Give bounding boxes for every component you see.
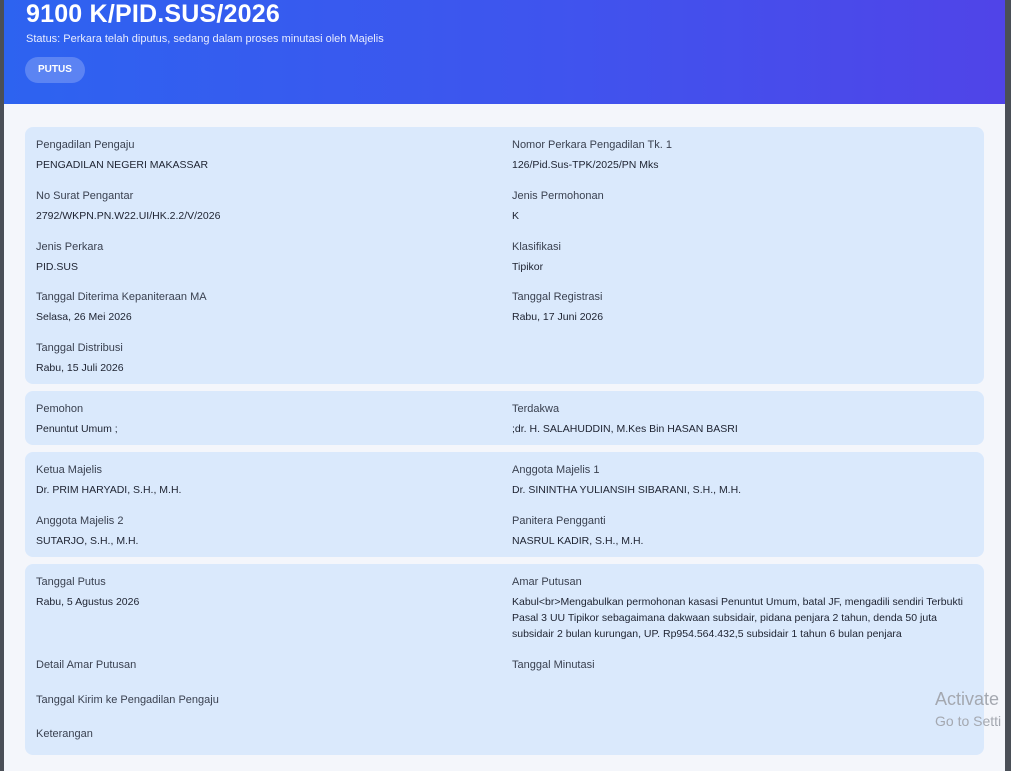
field-label: Tanggal Putus bbox=[36, 576, 106, 588]
windows-activation-watermark: Activate Go to Setti bbox=[935, 688, 1001, 732]
field-pengadilan-pengaju: Pengadilan Pengaju PENGADILAN NEGERI MAK… bbox=[36, 138, 476, 173]
field-amar-putusan: Amar Putusan Kabul<br>Mengabulkan permoh… bbox=[512, 575, 974, 642]
field-anggota-majelis-2: Anggota Majelis 2 SUTARJO, S.H., M.H. bbox=[36, 514, 476, 549]
field-panitera-pengganti: Panitera Pengganti NASRUL KADIR, S.H., M… bbox=[512, 514, 974, 549]
field-tanggal-registrasi: Tanggal Registrasi Rabu, 17 Juni 2026 bbox=[512, 290, 974, 325]
field-label: No Surat Pengantar bbox=[36, 190, 134, 202]
field-value: ;dr. H. SALAHUDDIN, M.Kes Bin HASAN BASR… bbox=[512, 423, 738, 435]
field-label: Tanggal Kirim ke Pengadilan Pengaju bbox=[36, 694, 219, 706]
case-header: 9100 K/PID.SUS/2026 Status: Perkara tela… bbox=[4, 0, 1005, 104]
field-no-surat-pengantar: No Surat Pengantar 2792/WKPN.PN.W22.UI/H… bbox=[36, 189, 476, 224]
field-tanggal-putus: Tanggal Putus Rabu, 5 Agustus 2026 bbox=[36, 575, 476, 610]
field-label: Tanggal Diterima Kepaniteraan MA bbox=[36, 291, 207, 303]
field-label: Anggota Majelis 2 bbox=[36, 515, 124, 527]
field-label: Anggota Majelis 1 bbox=[512, 464, 600, 476]
field-label: Tanggal Registrasi bbox=[512, 291, 603, 303]
field-value: Selasa, 26 Mei 2026 bbox=[36, 311, 132, 323]
field-jenis-permohonan: Jenis Permohonan K bbox=[512, 189, 974, 224]
status-badge: PUTUS bbox=[25, 57, 85, 83]
field-value: PID.SUS bbox=[36, 261, 79, 273]
field-label: Tanggal Distribusi bbox=[36, 342, 123, 354]
field-value: Penuntut Umum ; bbox=[36, 423, 118, 435]
field-value: Dr. SININTHA YULIANSIH SIBARANI, S.H., M… bbox=[512, 484, 742, 496]
field-value: Rabu, 17 Juni 2026 bbox=[512, 311, 604, 323]
case-detail-panel: 9100 K/PID.SUS/2026 Status: Perkara tela… bbox=[4, 0, 1005, 771]
verdict-card: Tanggal Putus Rabu, 5 Agustus 2026 Amar … bbox=[25, 564, 984, 755]
field-ketua-majelis: Ketua Majelis Dr. PRIM HARYADI, S.H., M.… bbox=[36, 463, 476, 498]
field-tanggal-distribusi: Tanggal Distribusi Rabu, 15 Juli 2026 bbox=[36, 341, 476, 376]
field-detail-amar-putusan: Detail Amar Putusan bbox=[36, 658, 476, 677]
field-value: 2792/WKPN.PN.W22.UI/HK.2.2/V/2026 bbox=[36, 210, 221, 222]
field-pemohon: Pemohon Penuntut Umum ; bbox=[36, 402, 476, 437]
field-label: Ketua Majelis bbox=[36, 464, 103, 476]
field-tanggal-kirim: Tanggal Kirim ke Pengadilan Pengaju bbox=[36, 693, 476, 712]
case-number-title: 9100 K/PID.SUS/2026 bbox=[26, 0, 280, 28]
field-value: Rabu, 5 Agustus 2026 bbox=[36, 596, 140, 608]
field-nomor-perkara-tk1: Nomor Perkara Pengadilan Tk. 1 126/Pid.S… bbox=[512, 138, 974, 173]
field-klasifikasi: Klasifikasi Tipikor bbox=[512, 240, 974, 275]
field-tanggal-minutasi: Tanggal Minutasi bbox=[512, 658, 974, 677]
field-label: Jenis Perkara bbox=[36, 241, 104, 253]
case-status-text: Status: Perkara telah diputus, sedang da… bbox=[26, 33, 384, 45]
field-label: Detail Amar Putusan bbox=[36, 659, 137, 671]
field-value: Kabul<br>Mengabulkan permohonan kasasi P… bbox=[512, 596, 963, 640]
field-label: Amar Putusan bbox=[512, 576, 582, 588]
field-label: Nomor Perkara Pengadilan Tk. 1 bbox=[512, 139, 672, 151]
field-value: K bbox=[512, 210, 520, 222]
field-value: Dr. PRIM HARYADI, S.H., M.H. bbox=[36, 484, 182, 496]
field-value: SUTARJO, S.H., M.H. bbox=[36, 535, 139, 547]
field-label: Panitera Pengganti bbox=[512, 515, 606, 527]
field-tanggal-diterima: Tanggal Diterima Kepaniteraan MA Selasa,… bbox=[36, 290, 476, 325]
parties-card: Pemohon Penuntut Umum ; Terdakwa ;dr. H.… bbox=[25, 391, 984, 445]
field-label: Keterangan bbox=[36, 728, 93, 740]
field-label: Terdakwa bbox=[512, 403, 560, 415]
case-info-card: Pengadilan Pengaju PENGADILAN NEGERI MAK… bbox=[25, 127, 984, 384]
field-label: Tanggal Minutasi bbox=[512, 659, 595, 671]
field-value: 126/Pid.Sus-TPK/2025/PN Mks bbox=[512, 159, 659, 171]
field-value: Rabu, 15 Juli 2026 bbox=[36, 362, 124, 374]
field-value: PENGADILAN NEGERI MAKASSAR bbox=[36, 159, 209, 171]
field-terdakwa: Terdakwa ;dr. H. SALAHUDDIN, M.Kes Bin H… bbox=[512, 402, 974, 437]
field-label: Jenis Permohonan bbox=[512, 190, 604, 202]
field-label: Klasifikasi bbox=[512, 241, 561, 253]
field-jenis-perkara: Jenis Perkara PID.SUS bbox=[36, 240, 476, 275]
field-value: NASRUL KADIR, S.H., M.H. bbox=[512, 535, 644, 547]
field-label: Pemohon bbox=[36, 403, 84, 415]
field-value: Tipikor bbox=[512, 261, 544, 273]
watermark-line-1: Activate bbox=[935, 689, 1000, 709]
field-keterangan: Keterangan bbox=[36, 727, 476, 746]
judges-panel-card: Ketua Majelis Dr. PRIM HARYADI, S.H., M.… bbox=[25, 452, 984, 557]
field-label: Pengadilan Pengaju bbox=[36, 139, 135, 151]
watermark-line-2: Go to Setti bbox=[935, 713, 1002, 729]
field-anggota-majelis-1: Anggota Majelis 1 Dr. SININTHA YULIANSIH… bbox=[512, 463, 974, 498]
